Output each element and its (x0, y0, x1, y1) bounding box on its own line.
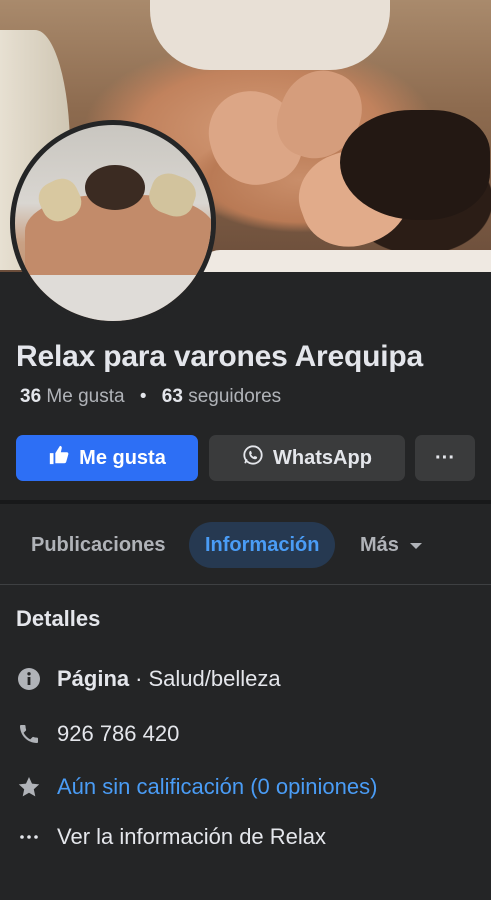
detail-category: Página · Salud/belleza (16, 666, 281, 692)
detail-page-label: Página (57, 666, 130, 691)
whatsapp-icon (242, 444, 264, 472)
cover-therapist-shirt (150, 0, 390, 70)
avatar-sheet (15, 275, 211, 321)
likes-count[interactable]: 36 (20, 386, 41, 407)
whatsapp-button[interactable]: WhatsApp (209, 435, 405, 481)
details-heading: Detalles (16, 606, 101, 631)
detail-rating-link[interactable]: Aún sin calificación (0 opiniones) (57, 774, 377, 800)
like-button-label: Me gusta (79, 446, 166, 469)
profile-avatar[interactable] (10, 120, 216, 326)
avatar-head (85, 165, 145, 210)
detail-phone[interactable]: 926 786 420 (16, 721, 179, 747)
phone-icon (16, 721, 42, 747)
star-icon (16, 774, 42, 800)
detail-more-info[interactable]: Ver la información de Relax (16, 824, 326, 850)
page-stats: 36 Me gusta • 63 seguidores (20, 386, 281, 408)
more-icon: ··· (435, 446, 455, 469)
more-options-button[interactable]: ··· (415, 435, 475, 481)
like-button[interactable]: Me gusta (16, 435, 198, 481)
tab-informacion[interactable]: Información (189, 522, 336, 568)
detail-phone-value[interactable]: 926 786 420 (57, 721, 179, 747)
section-divider (0, 500, 491, 504)
avatar-image (15, 125, 211, 321)
thumbs-up-icon (48, 444, 70, 472)
followers-label[interactable]: seguidores (188, 386, 281, 407)
tab-mas[interactable]: Más (360, 522, 423, 568)
cover-towel (200, 250, 491, 272)
followers-count[interactable]: 63 (162, 386, 183, 407)
page-tabs: Publicaciones Información Más (0, 522, 491, 570)
ellipsis-icon (16, 824, 42, 850)
info-icon (16, 666, 42, 692)
detail-more-info-label[interactable]: Ver la información de Relax (57, 824, 326, 850)
tab-mas-label: Más (360, 533, 399, 556)
tabs-divider (0, 584, 491, 585)
chevron-down-icon (409, 534, 423, 557)
detail-category-value: Salud/belleza (148, 666, 281, 691)
detail-rating[interactable]: Aún sin calificación (0 opiniones) (16, 774, 377, 800)
stats-separator: • (139, 386, 147, 407)
page-title: Relax para varones Arequipa (16, 340, 423, 373)
tab-publicaciones[interactable]: Publicaciones (31, 522, 166, 568)
detail-separator: · (135, 666, 143, 691)
likes-label[interactable]: Me gusta (46, 386, 124, 407)
whatsapp-button-label: WhatsApp (273, 446, 372, 469)
